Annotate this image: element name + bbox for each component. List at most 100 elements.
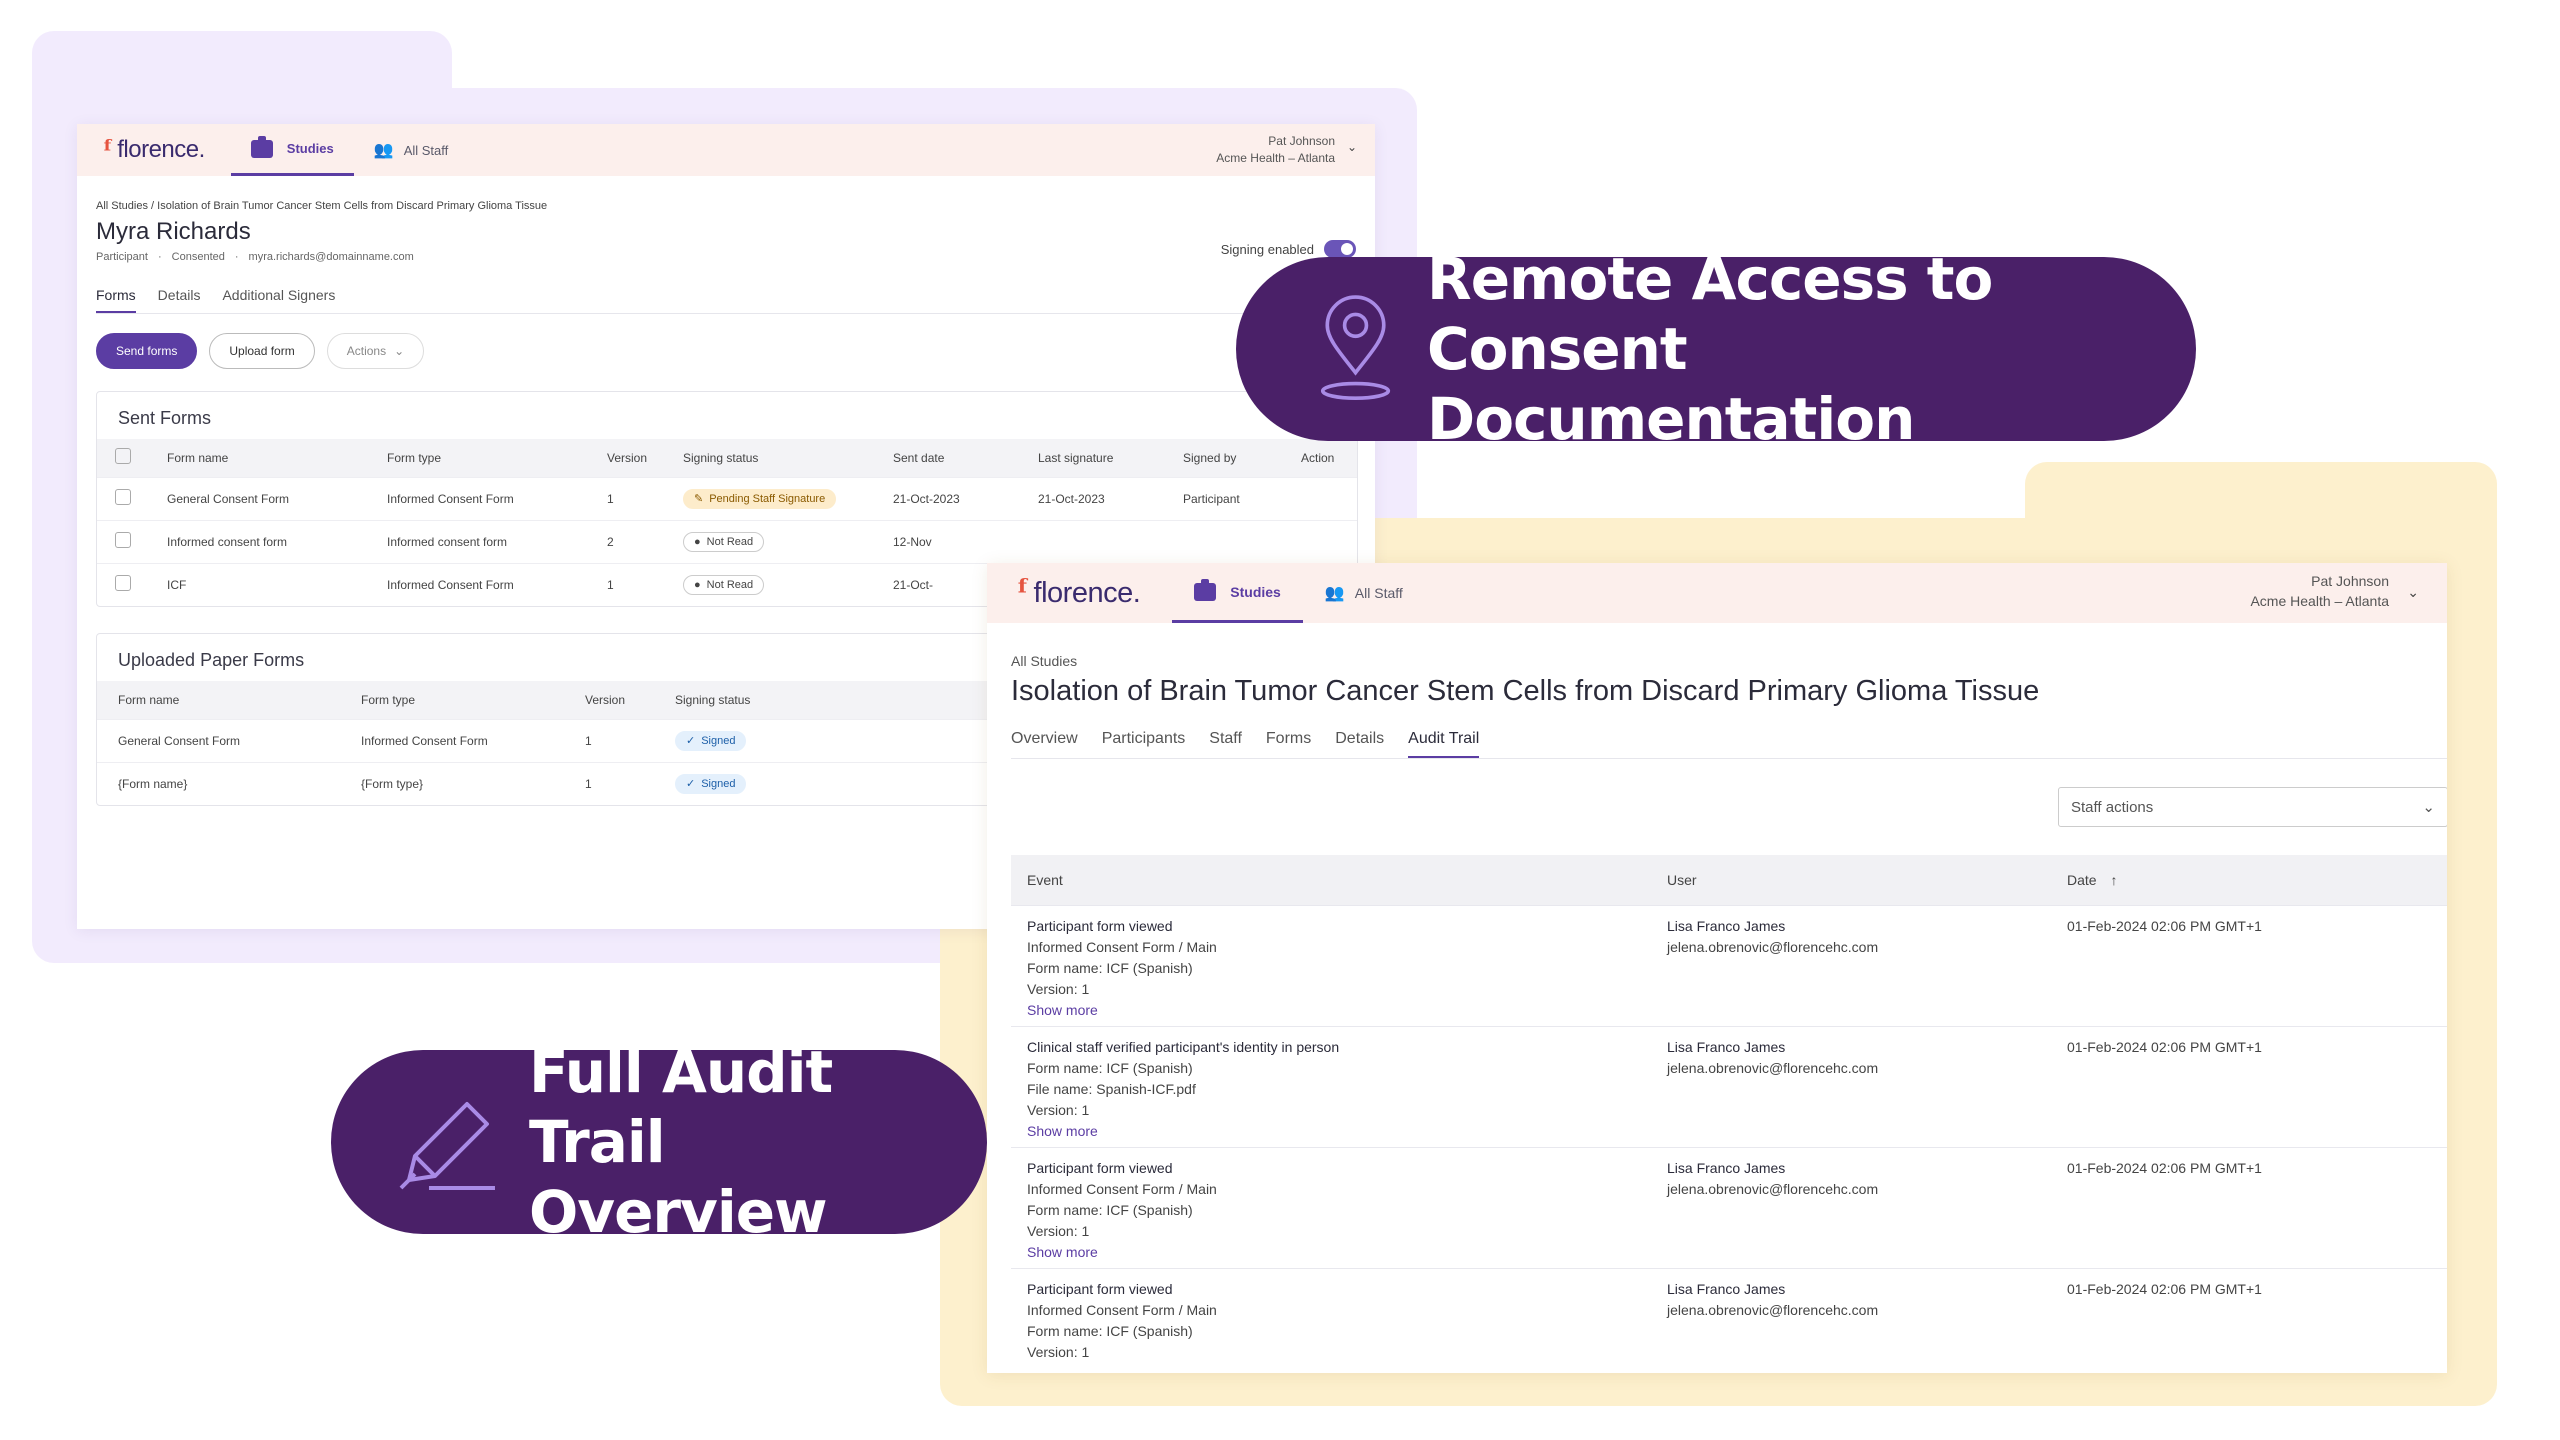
col-form-name[interactable]: Form name bbox=[159, 439, 379, 477]
florence-logo[interactable]: ᶠ florence. bbox=[1017, 573, 1141, 613]
nav-tab-all-staff[interactable]: 👥 All Staff bbox=[354, 124, 468, 176]
event-title: Participant form viewed bbox=[1027, 917, 1173, 934]
staff-actions-select[interactable]: Staff actions ⌄ bbox=[2058, 787, 2447, 827]
tab-forms[interactable]: Forms bbox=[1266, 730, 1311, 758]
col-form-type[interactable]: Form type bbox=[379, 439, 599, 477]
upload-form-button[interactable]: Upload form bbox=[209, 333, 315, 369]
tab-audit-trail[interactable]: Audit Trail bbox=[1408, 730, 1480, 758]
col-date-header[interactable]: Date ↑ bbox=[2051, 855, 2447, 905]
user-menu[interactable]: Pat Johnson Acme Health – Atlanta bbox=[1216, 133, 1335, 167]
event-cell: Participant form viewed Informed Consent… bbox=[1011, 904, 1651, 1026]
show-more-link[interactable]: Show more bbox=[1027, 1000, 1635, 1021]
row-action[interactable] bbox=[1293, 476, 1357, 520]
user-email: jelena.obrenovic@florencehc.com bbox=[1667, 1180, 1879, 1197]
form-type: {Form type} bbox=[353, 761, 577, 805]
breadcrumb[interactable]: All Studies bbox=[1011, 653, 2447, 669]
nav-tab-all-staff[interactable]: 👥 All Staff bbox=[1303, 563, 1425, 623]
user-email: jelena.obrenovic@florencehc.com bbox=[1667, 1301, 1879, 1318]
audit-trail-line-2: Overview bbox=[528, 1178, 828, 1246]
col-form-name[interactable]: Form name bbox=[97, 681, 353, 719]
form-name[interactable]: General Consent Form bbox=[159, 476, 379, 520]
col-signed-by[interactable]: Signed by bbox=[1175, 439, 1293, 477]
col-last-signature[interactable]: Last signature bbox=[1030, 439, 1175, 477]
table-row[interactable]: General Consent Form Informed Consent Fo… bbox=[97, 476, 1357, 520]
pencil-icon: ✎ bbox=[694, 493, 704, 505]
row-select bbox=[97, 476, 159, 520]
nav-tab-studies[interactable]: Studies bbox=[230, 124, 354, 176]
row-checkbox[interactable] bbox=[115, 532, 131, 548]
form-name[interactable]: Informed consent form bbox=[159, 519, 379, 563]
col-date: Date bbox=[2067, 871, 2097, 888]
event-detail: Version: 1 bbox=[1027, 1343, 1090, 1360]
event-detail: Informed Consent Form / Main bbox=[1027, 1301, 1217, 1318]
event-cell: Clinical staff verified participant's id… bbox=[1011, 1025, 1651, 1147]
user-full-name: Lisa Franco James bbox=[1667, 1280, 1786, 1297]
event-detail: Form name: ICF (Spanish) bbox=[1027, 1059, 1193, 1076]
user-cell: Lisa Franco James jelena.obrenovic@flore… bbox=[1651, 1025, 2051, 1147]
form-version: 1 bbox=[599, 476, 675, 520]
show-more-link[interactable]: Show more bbox=[1027, 1242, 1635, 1263]
status-label: Not Read bbox=[706, 578, 754, 591]
show-more-link[interactable]: Show more bbox=[1027, 1121, 1635, 1142]
user-name: Pat Johnson bbox=[1268, 134, 1335, 148]
florence-mark-icon: ᶠ bbox=[103, 133, 114, 167]
col-version[interactable]: Version bbox=[599, 439, 675, 477]
form-actions: Send forms Upload form Actions ⌄ bbox=[96, 333, 1356, 369]
chevron-down-icon[interactable]: ⌄ bbox=[1347, 140, 1357, 154]
form-version: 1 bbox=[577, 761, 667, 805]
pencil-icon bbox=[399, 1102, 495, 1190]
signing-toggle[interactable] bbox=[1324, 240, 1356, 258]
select-all-header bbox=[97, 439, 159, 477]
form-name[interactable]: {Form name} bbox=[97, 761, 353, 805]
row-select bbox=[97, 562, 159, 606]
table-row[interactable]: Informed consent form Informed consent f… bbox=[97, 519, 1357, 563]
event-cell: Participant form viewed Informed Consent… bbox=[1011, 1146, 1651, 1268]
tab-overview[interactable]: Overview bbox=[1011, 730, 1078, 758]
table-row: Participant form viewed Informed Consent… bbox=[1011, 1267, 2447, 1373]
event-cell: Participant form viewed Informed Consent… bbox=[1011, 1267, 1651, 1373]
form-version: 1 bbox=[599, 562, 675, 606]
status-badge: ● Not Read bbox=[683, 531, 765, 552]
tab-forms[interactable]: Forms bbox=[96, 287, 136, 313]
row-action[interactable] bbox=[1293, 519, 1357, 563]
col-user[interactable]: User bbox=[1651, 855, 2051, 905]
col-sent-date[interactable]: Sent date bbox=[885, 439, 1030, 477]
tab-participants[interactable]: Participants bbox=[1102, 730, 1186, 758]
signing-status-cell: ● Not Read bbox=[675, 562, 885, 606]
nav-tab-studies[interactable]: Studies bbox=[1172, 563, 1303, 623]
event-detail: Version: 1 bbox=[1027, 1101, 1090, 1118]
florence-logo[interactable]: ᶠ florence. bbox=[103, 134, 205, 167]
col-event[interactable]: Event bbox=[1011, 855, 1651, 905]
send-forms-button[interactable]: Send forms bbox=[96, 333, 198, 369]
row-checkbox[interactable] bbox=[115, 575, 131, 592]
chevron-down-icon[interactable]: ⌄ bbox=[2407, 584, 2419, 601]
tab-staff[interactable]: Staff bbox=[1209, 730, 1242, 758]
meta-separator: · bbox=[234, 251, 239, 263]
col-form-type[interactable]: Form type bbox=[353, 681, 577, 719]
select-all-checkbox[interactable] bbox=[115, 448, 131, 465]
col-version[interactable]: Version bbox=[577, 681, 667, 719]
signing-status-cell: ✎ Pending Staff Signature bbox=[675, 476, 885, 520]
breadcrumb[interactable]: All Studies / Isolation of Brain Tumor C… bbox=[96, 200, 1356, 212]
studies-icon bbox=[250, 135, 273, 158]
table-row: Clinical staff verified participant's id… bbox=[1011, 1025, 2447, 1147]
date-cell: 01-Feb-2024 02:06 PM GMT+1 bbox=[2051, 1025, 2447, 1147]
actions-dropdown[interactable]: Actions ⌄ bbox=[326, 333, 425, 369]
tab-details[interactable]: Details bbox=[158, 287, 201, 313]
participant-name: Myra Richards bbox=[96, 218, 251, 245]
form-type: Informed Consent Form bbox=[353, 718, 577, 762]
participant-email: myra.richards@domainname.com bbox=[248, 251, 414, 263]
event-detail: Version: 1 bbox=[1027, 1222, 1090, 1239]
user-full-name: Lisa Franco James bbox=[1667, 1038, 1786, 1055]
check-icon: ✓ bbox=[686, 735, 696, 747]
user-menu[interactable]: Pat Johnson Acme Health – Atlanta bbox=[2250, 572, 2389, 611]
info-icon: ● bbox=[694, 535, 701, 548]
form-name[interactable]: ICF bbox=[159, 562, 379, 606]
col-signing-status[interactable]: Signing status bbox=[675, 439, 885, 477]
tab-details[interactable]: Details bbox=[1335, 730, 1384, 758]
tab-additional-signers[interactable]: Additional Signers bbox=[222, 287, 335, 313]
row-checkbox[interactable] bbox=[115, 489, 131, 505]
info-icon: ● bbox=[694, 578, 701, 591]
status-label: Pending Staff Signature bbox=[709, 492, 826, 505]
form-name[interactable]: General Consent Form bbox=[97, 718, 353, 762]
